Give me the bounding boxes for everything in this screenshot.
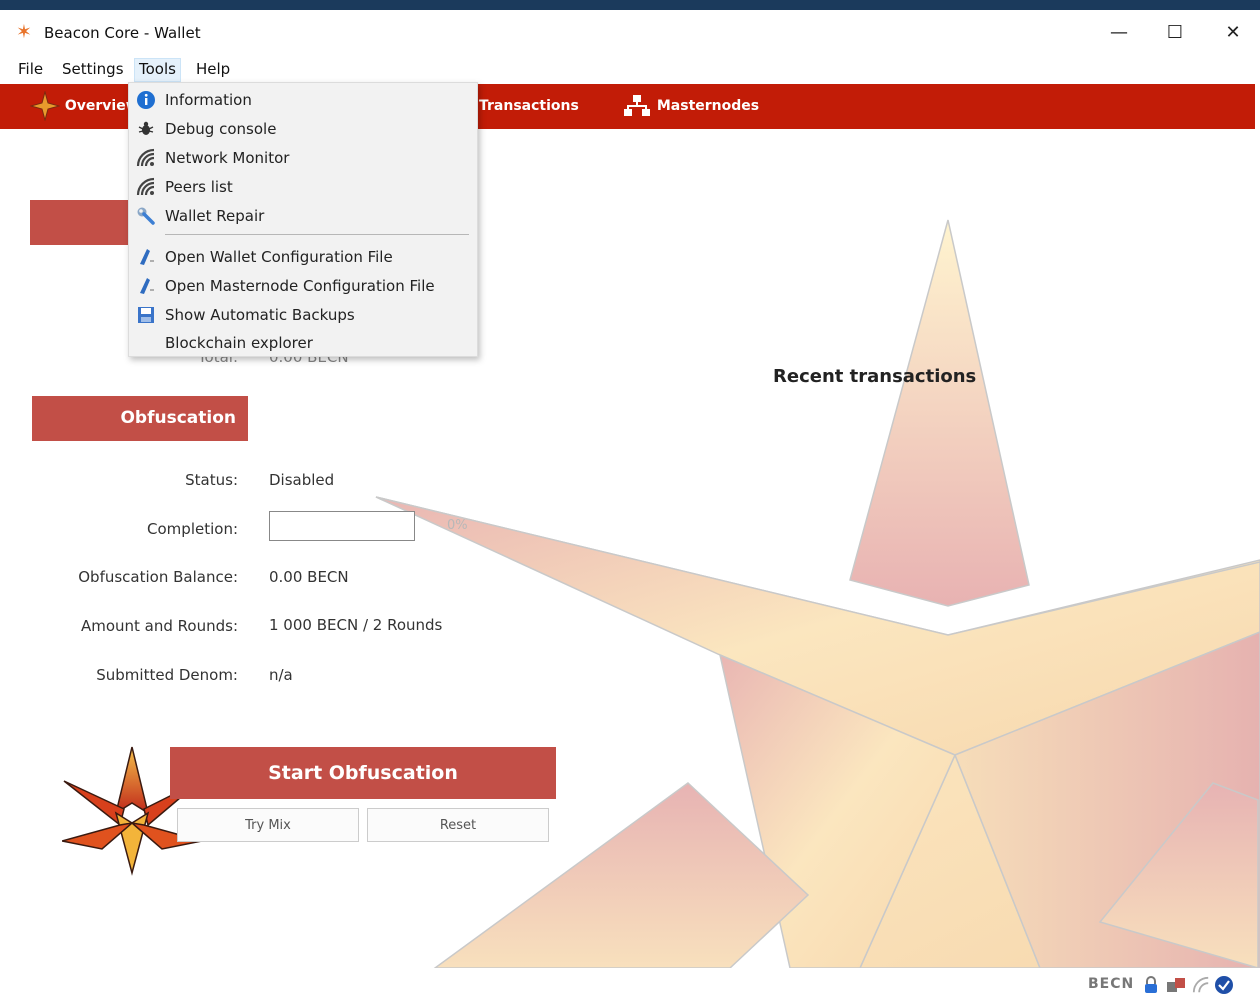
menu-item-open-wallet-config[interactable]: Open Wallet Configuration File (129, 243, 477, 272)
menu-item-debug-console-label: Debug console (165, 120, 277, 138)
menu-settings[interactable]: Settings (58, 58, 128, 80)
wrench-icon (136, 206, 156, 226)
tab-masternodes-label: Masternodes (656, 98, 760, 114)
tab-transactions-label: Transactions (479, 98, 579, 114)
menu-bar: File Settings Tools Help (0, 56, 1260, 82)
status-unit-label[interactable]: BECN (1088, 976, 1134, 992)
menu-file[interactable]: File (14, 58, 47, 80)
start-obfuscation-button[interactable]: Start Obfuscation (170, 747, 556, 799)
signal-icon (136, 177, 156, 197)
menu-item-peers-list-label: Peers list (165, 178, 233, 196)
menu-separator (165, 234, 469, 235)
tab-transactions[interactable]: Transactions (479, 84, 579, 129)
status-bar: BECN (0, 968, 1260, 1000)
menu-item-debug-console[interactable]: Debug console (129, 115, 477, 144)
bug-icon (136, 119, 156, 139)
overview-star-icon (29, 90, 61, 122)
submitted-denom-value: n/a (269, 666, 293, 684)
tools-menu-dropdown: Information Debug console Network Monito… (128, 82, 478, 357)
recent-transactions-title: Recent transactions (773, 366, 977, 387)
menu-item-open-masternode-config-label: Open Masternode Configuration File (165, 277, 435, 295)
beacon-logo-icon: ✶ (16, 21, 32, 43)
menu-item-wallet-repair[interactable]: Wallet Repair (129, 202, 477, 231)
edit-file-icon (136, 276, 156, 296)
menu-item-peers-list[interactable]: Peers list (129, 173, 477, 202)
completion-label: Completion: (147, 520, 238, 538)
signal-icon[interactable] (1192, 976, 1210, 994)
menu-item-open-wallet-config-label: Open Wallet Configuration File (165, 248, 393, 266)
status-label: Status: (185, 471, 238, 489)
menu-item-information[interactable]: Information (129, 86, 477, 115)
title-bar: ✶ Beacon Core - Wallet — ☐ ✕ (0, 10, 1260, 56)
window-title: Beacon Core - Wallet (44, 24, 201, 42)
amount-rounds-label: Amount and Rounds: (80, 617, 238, 635)
info-icon (136, 90, 156, 110)
minimize-button[interactable]: — (1096, 16, 1142, 50)
tab-masternodes[interactable]: Masternodes (622, 84, 759, 129)
menu-tools[interactable]: Tools (134, 58, 181, 82)
menu-item-open-masternode-config[interactable]: Open Masternode Configuration File (129, 272, 477, 301)
obfuscation-balance-label: Obfuscation Balance: (78, 568, 238, 586)
try-mix-button[interactable]: Try Mix (177, 808, 359, 842)
menu-item-blockchain-explorer-label: Blockchain explorer (165, 334, 313, 352)
menu-item-network-monitor[interactable]: Network Monitor (129, 144, 477, 173)
menu-item-wallet-repair-label: Wallet Repair (165, 207, 265, 225)
menu-item-information-label: Information (165, 91, 252, 109)
menu-item-network-monitor-label: Network Monitor (165, 149, 290, 167)
network-nodes-icon (624, 95, 650, 116)
signal-icon (136, 148, 156, 168)
save-icon (136, 305, 156, 325)
amount-rounds-value: 1 000 BECN / 2 Rounds (269, 616, 443, 634)
reset-button[interactable]: Reset (367, 808, 549, 842)
submitted-denom-label: Submitted Denom: (96, 666, 238, 684)
window-top-strip (0, 0, 1260, 10)
connections-icon[interactable] (1165, 976, 1187, 994)
maximize-button[interactable]: ☐ (1152, 16, 1198, 50)
close-button[interactable]: ✕ (1210, 16, 1256, 50)
edit-file-icon (136, 247, 156, 267)
completion-percent: 0% (447, 518, 468, 533)
completion-progress-bar (269, 511, 415, 541)
lock-icon[interactable] (1143, 976, 1159, 994)
obfuscation-balance-value: 0.00 BECN (269, 568, 349, 586)
status-value: Disabled (269, 471, 335, 489)
obfuscation-header: Obfuscation (32, 396, 248, 441)
tab-overview[interactable]: Overview (29, 84, 139, 129)
menu-item-blockchain-explorer[interactable]: Blockchain explorer (129, 329, 477, 358)
menu-help[interactable]: Help (192, 58, 234, 80)
menu-item-show-backups-label: Show Automatic Backups (165, 306, 355, 324)
synced-check-icon[interactable] (1214, 975, 1234, 995)
menu-item-show-backups[interactable]: Show Automatic Backups (129, 301, 477, 330)
